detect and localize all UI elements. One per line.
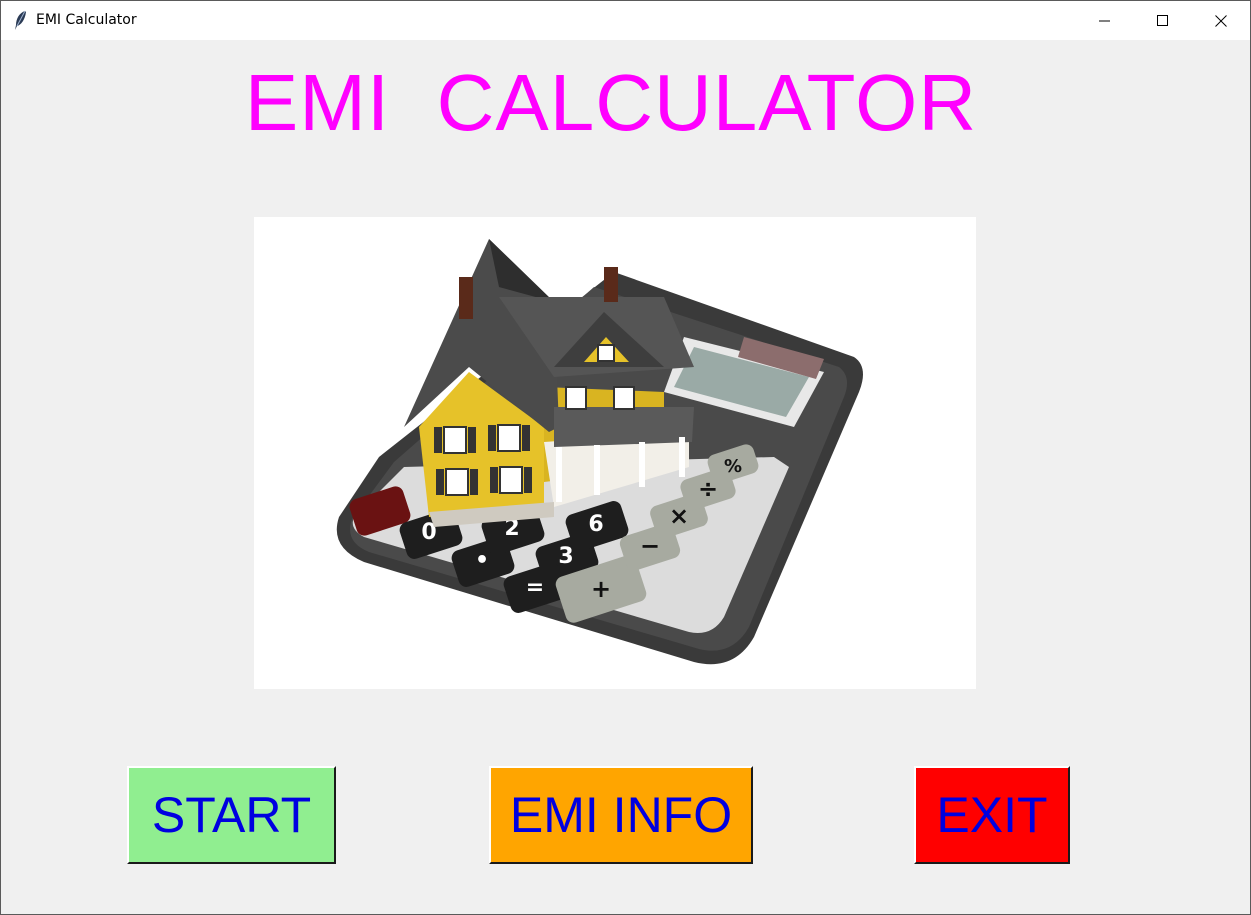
start-button[interactable]: START [127,766,336,864]
close-icon [1215,14,1227,27]
calc-key-percent: % [724,456,742,477]
page-title: EMI CALCULATOR [244,58,978,147]
minimize-button[interactable] [1076,1,1134,40]
calc-key-minus: − [640,532,660,560]
emi-info-button[interactable]: EMI INFO [489,766,753,864]
window-title: EMI Calculator [36,12,137,28]
calc-key-dot: • [475,548,489,573]
title-bar[interactable]: EMI Calculator [1,1,1250,40]
feather-icon [12,10,30,32]
close-button[interactable] [1192,1,1250,40]
calc-key-multiply: × [669,502,689,530]
minimize-icon [1099,20,1110,21]
calc-key-3: 3 [558,544,573,569]
app-window: EMI Calculator EMI CALCULATOR 0 • 2 3 6 … [0,0,1251,915]
exit-button[interactable]: EXIT [914,766,1070,864]
maximize-icon [1157,14,1168,26]
house-on-calculator-image: 0 • 2 3 6 = + − × ÷ % [254,217,976,689]
maximize-button[interactable] [1134,1,1192,40]
calc-key-equals: = [526,575,544,600]
calc-key-plus: + [591,575,611,603]
calc-key-6: 6 [588,512,603,537]
